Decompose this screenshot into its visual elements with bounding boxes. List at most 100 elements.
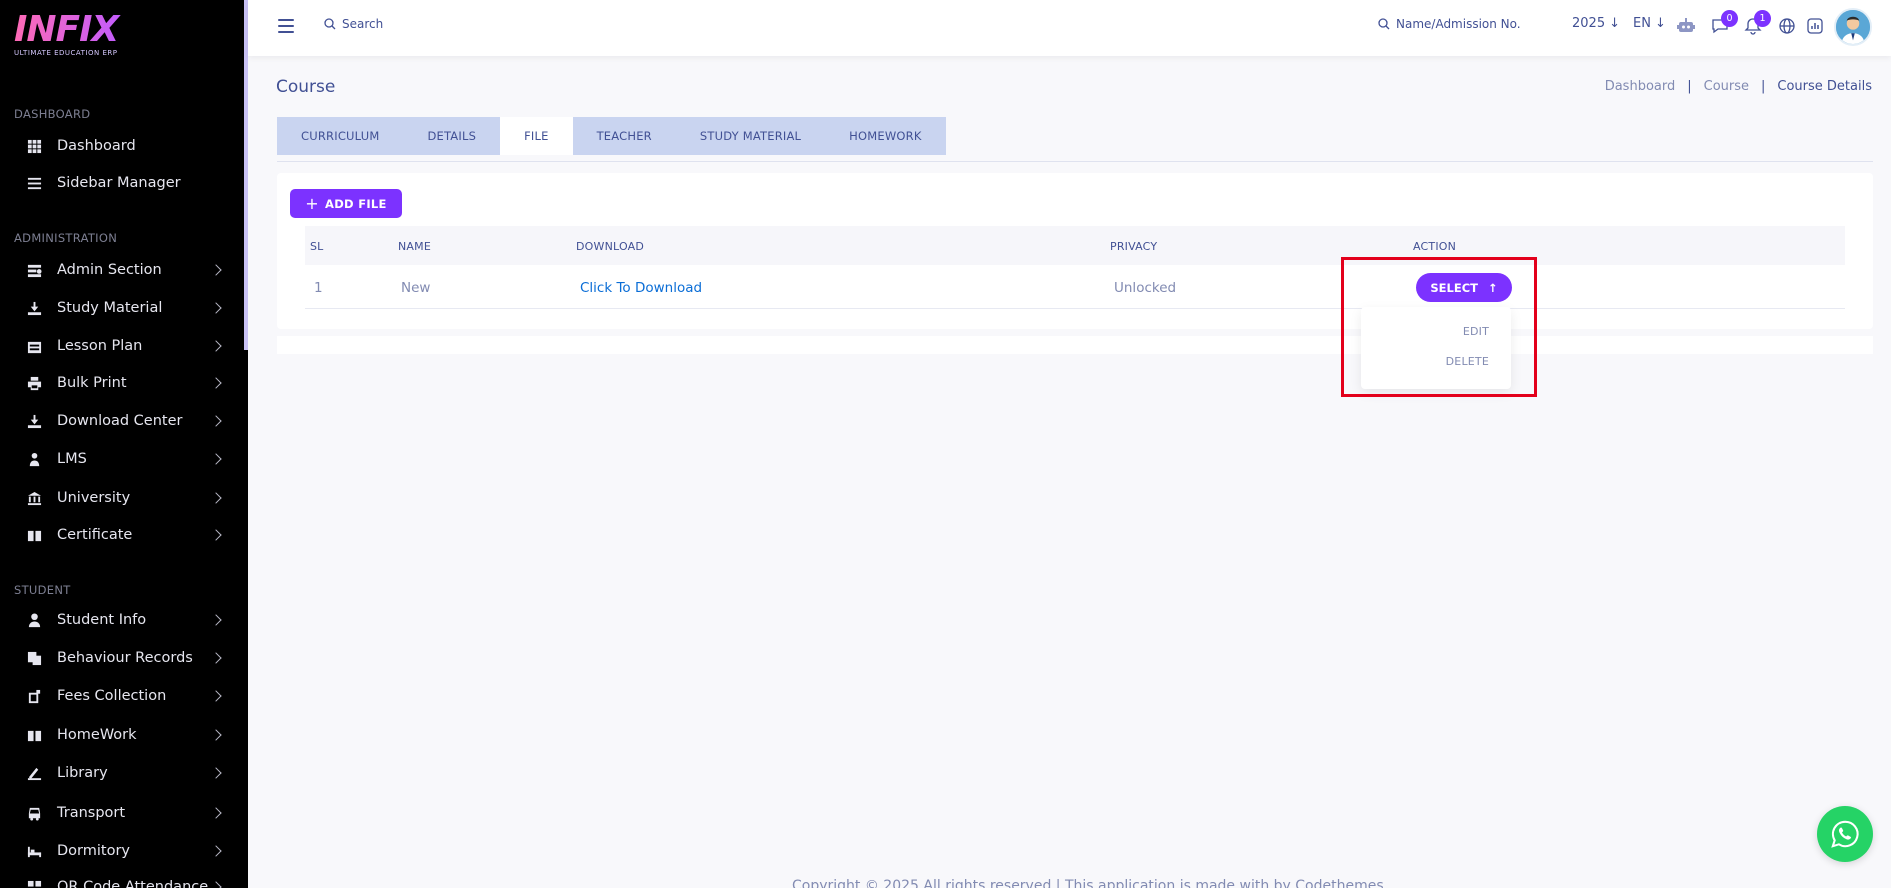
whatsapp-icon [1831, 820, 1859, 848]
chevron-right-icon [210, 690, 222, 702]
add-file-button[interactable]: + ADD FILE [290, 189, 402, 218]
tab-file[interactable]: FILE [500, 117, 573, 155]
sidebar-item-study-material[interactable]: Study Material [0, 291, 244, 325]
copyright-footer: Copyright © 2025 All rights reserved | T… [792, 878, 1384, 888]
card-footer-strip [277, 336, 1873, 354]
sidebar-item-dormitory[interactable]: Dormitory [0, 834, 244, 868]
sidebar-item-label: Sidebar Manager [57, 175, 181, 191]
cell-name: New [401, 280, 431, 296]
sidebar-section-administration: ADMINISTRATION [14, 231, 118, 245]
sidebar-item-admin-section[interactable]: Admin Section [0, 253, 244, 287]
chevron-right-icon [210, 767, 222, 779]
fees-icon [26, 688, 42, 704]
chevron-right-icon [210, 807, 222, 819]
sidebar-item-library[interactable]: Library [0, 756, 244, 790]
user-avatar[interactable] [1834, 8, 1872, 46]
sidebar-item-label: QR Code Attendance [57, 879, 209, 888]
course-tabs: CURRICULUM DETAILS FILE TEACHER STUDY MA… [277, 117, 946, 155]
logo-text: INFIX [14, 12, 124, 48]
search-label: Search [342, 17, 384, 31]
arrow-down-icon: ↓ [1609, 16, 1620, 31]
chevron-right-icon [210, 652, 222, 664]
chevron-right-icon [210, 881, 222, 888]
sidebar-item-lesson-plan[interactable]: Lesson Plan [0, 329, 244, 363]
top-search[interactable]: Search [324, 17, 383, 31]
records-icon [26, 650, 42, 666]
tab-details[interactable]: DETAILS [403, 117, 500, 155]
breadcrumb-dashboard[interactable]: Dashboard [1605, 79, 1676, 94]
globe-icon[interactable] [1777, 16, 1797, 36]
sidebar-item-qr-code-attendance[interactable]: QR Code Attendance [0, 870, 244, 888]
chevron-right-icon [210, 529, 222, 541]
breadcrumb-course-details: Course Details [1777, 79, 1872, 94]
bed-icon [26, 843, 42, 859]
sidebar-section-dashboard: DASHBOARD [14, 107, 91, 121]
hamburger-menu-icon[interactable] [278, 19, 294, 33]
sidebar-item-sidebar-manager[interactable]: Sidebar Manager [0, 166, 244, 200]
tab-teacher[interactable]: TEACHER [573, 117, 676, 155]
chevron-right-icon [210, 415, 222, 427]
language-value: EN [1633, 16, 1651, 31]
add-file-label: ADD FILE [325, 196, 387, 211]
chevron-right-icon [210, 264, 222, 276]
menu-icon [26, 175, 42, 191]
chevron-right-icon [210, 729, 222, 741]
whatsapp-button[interactable] [1817, 806, 1873, 862]
chevron-right-icon [210, 340, 222, 352]
download-icon [26, 300, 42, 316]
university-icon [26, 490, 42, 506]
breadcrumb: Dashboard | Course | Course Details [1605, 79, 1872, 94]
year-selector[interactable]: 2025 ↓ [1572, 16, 1620, 31]
chevron-right-icon [210, 614, 222, 626]
tabs-divider [277, 161, 1873, 162]
language-selector[interactable]: EN ↓ [1633, 16, 1666, 31]
page-title: Course [276, 77, 336, 97]
chevron-right-icon [210, 492, 222, 504]
sidebar: INFIX ULTIMATE EDUCATION ERP DASHBOARD D… [0, 0, 248, 888]
sidebar-item-label: Transport [57, 805, 126, 821]
sidebar-item-transport[interactable]: Transport [0, 796, 244, 830]
sidebar-item-homework[interactable]: HomeWork [0, 718, 244, 752]
logo-subtitle: ULTIMATE EDUCATION ERP [14, 49, 118, 57]
sidebar-item-label: Dashboard [57, 138, 136, 154]
sidebar-item-label: University [57, 490, 131, 506]
column-name: NAME [398, 240, 431, 253]
bell-icon[interactable]: 1 [1743, 10, 1771, 36]
sidebar-item-fees-collection[interactable]: Fees Collection [0, 679, 244, 713]
arrow-down-icon: ↓ [1654, 16, 1666, 31]
admin-icon [26, 262, 42, 278]
sidebar-item-label: HomeWork [57, 727, 137, 743]
sidebar-item-certificate[interactable]: Certificate [0, 518, 244, 552]
sidebar-item-label: Dormitory [57, 843, 130, 859]
sidebar-item-dashboard[interactable]: Dashboard [0, 129, 244, 163]
grid-icon [26, 138, 42, 154]
name-admission-search[interactable]: Name/Admission No. [1378, 17, 1521, 31]
sidebar-item-lms[interactable]: LMS [0, 442, 244, 476]
sidebar-item-label: Study Material [57, 300, 163, 316]
sidebar-item-student-info[interactable]: Student Info [0, 603, 244, 637]
tab-curriculum[interactable]: CURRICULUM [277, 117, 403, 155]
click-to-download-link[interactable]: Click To Download [580, 280, 702, 296]
sidebar-item-bulk-print[interactable]: Bulk Print [0, 366, 244, 400]
sidebar-item-download-center[interactable]: Download Center [0, 404, 244, 438]
sidebar-item-label: Fees Collection [57, 688, 167, 704]
tab-study-material[interactable]: STUDY MATERIAL [676, 117, 825, 155]
brand-logo[interactable]: INFIX ULTIMATE EDUCATION ERP [14, 12, 124, 62]
lms-icon [26, 451, 42, 467]
column-action: ACTION [1413, 240, 1457, 253]
breadcrumb-course[interactable]: Course [1704, 79, 1749, 94]
tab-homework[interactable]: HOMEWORK [825, 117, 945, 155]
notifications-badge: 1 [1754, 10, 1771, 27]
transport-icon [26, 805, 42, 821]
sidebar-item-label: Library [57, 765, 108, 781]
breadcrumb-separator: | [1761, 79, 1766, 94]
sidebar-item-label: Certificate [57, 527, 133, 543]
sidebar-item-behaviour-records[interactable]: Behaviour Records [0, 641, 244, 675]
robot-icon[interactable] [1676, 16, 1696, 36]
column-sl: SL [310, 240, 324, 253]
sidebar-item-university[interactable]: University [0, 481, 244, 515]
sidebar-item-label: Admin Section [57, 262, 162, 278]
chat-icon[interactable]: 0 [1710, 10, 1738, 36]
column-download: DOWNLOAD [576, 240, 645, 253]
analytics-icon[interactable] [1805, 16, 1825, 36]
